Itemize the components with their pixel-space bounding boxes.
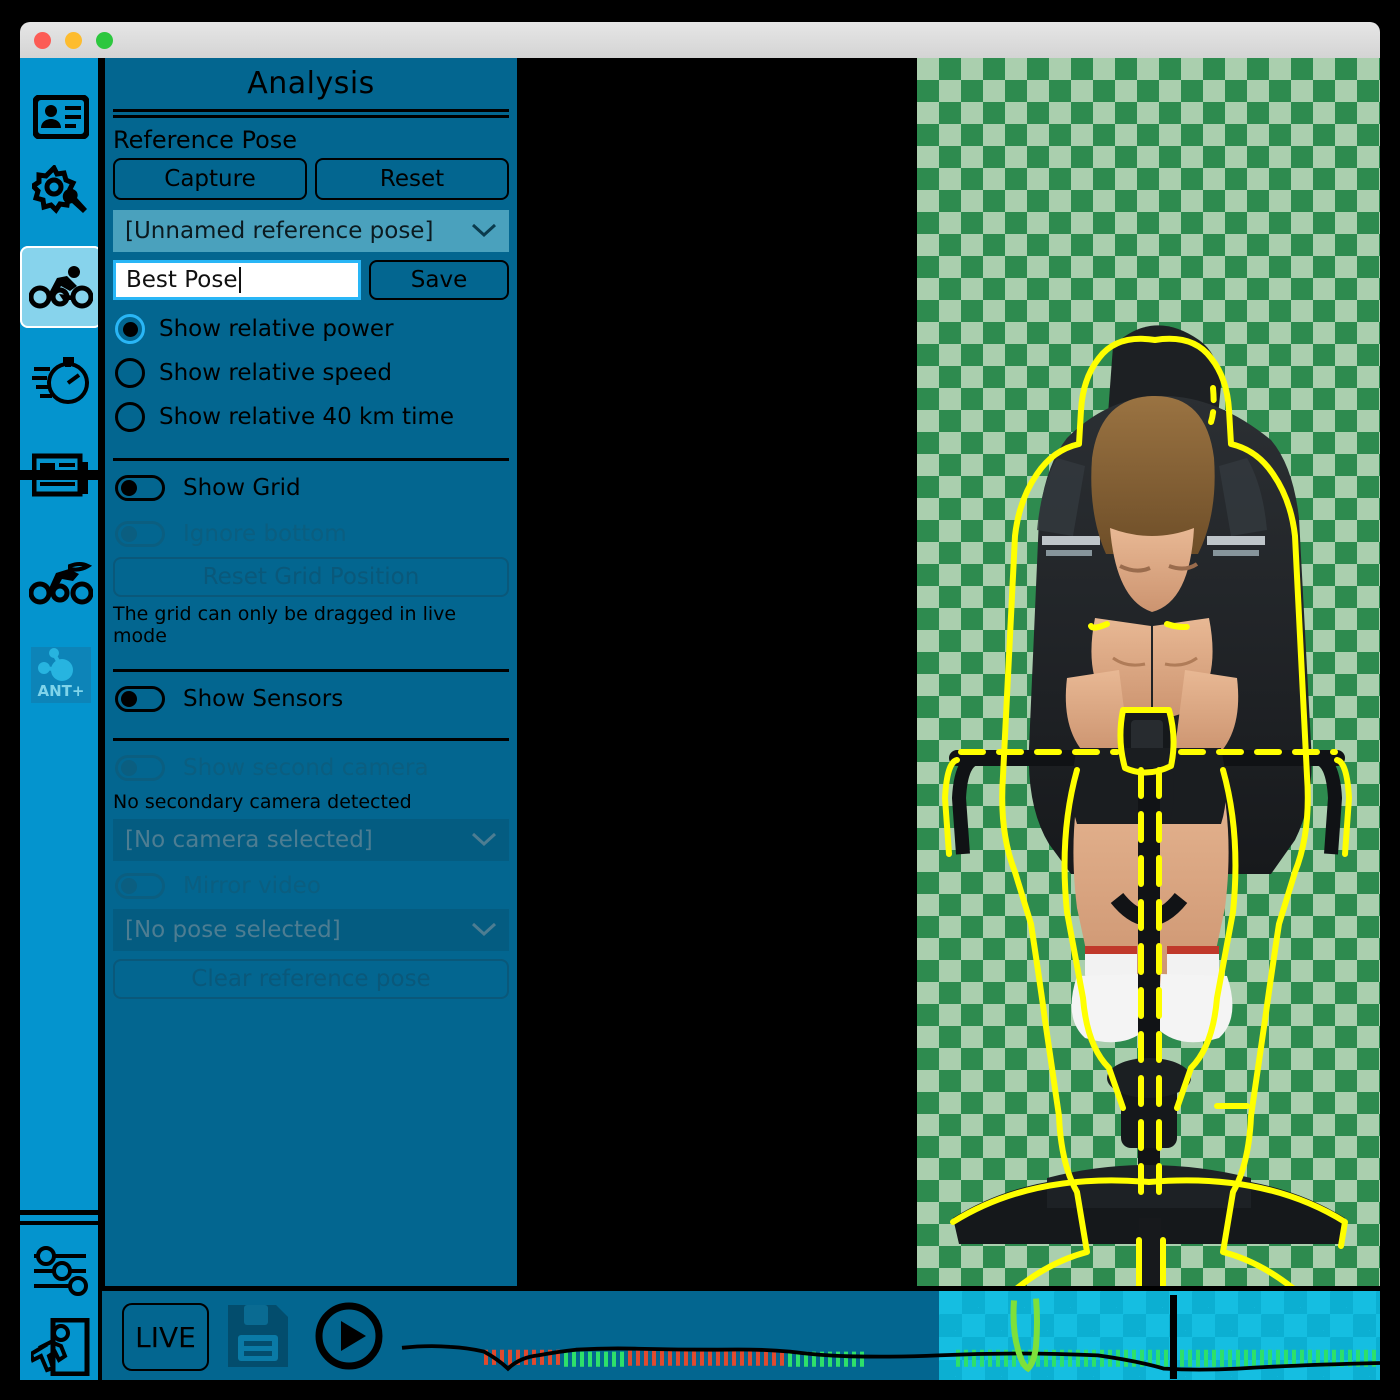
profile-card-icon	[33, 95, 89, 139]
timeline-waveform	[398, 1291, 1380, 1380]
timeline-playhead[interactable]	[1170, 1295, 1177, 1379]
toggle-show-second-camera: Show second camera	[115, 755, 509, 781]
save-recording-button[interactable]	[224, 1301, 292, 1371]
sidebar-item-settings[interactable]	[20, 152, 102, 234]
sidebar-item-antplus[interactable]: ANT+	[20, 634, 102, 716]
chevron-down-icon	[471, 917, 497, 943]
analysis-panel: Analysis Reference Pose Capture Reset [U…	[102, 58, 517, 1286]
settings-gear-wrench-icon	[32, 165, 90, 221]
show-grid-toggle-switch	[115, 475, 165, 501]
radio-option-power[interactable]: Show relative power	[115, 314, 509, 344]
sidebar-item-preferences[interactable]	[20, 1230, 102, 1312]
playback-toolbar: LIVE	[102, 1286, 1380, 1380]
ignore-bottom-toggle-switch	[115, 521, 165, 547]
chevron-down-icon	[471, 827, 497, 853]
camera-select: [No camera selected]	[113, 819, 509, 861]
sidebar-item-profile[interactable]	[20, 76, 102, 158]
exit-door-icon	[31, 1318, 91, 1376]
reference-pose-section-label: Reference Pose	[111, 124, 511, 158]
show-sensors-label: Show Sensors	[183, 686, 343, 712]
grid-hint-text: The grid can only be dragged in live mod…	[113, 603, 509, 647]
sidebar-item-exit[interactable]	[20, 1306, 102, 1380]
radio-power-label: Show relative power	[159, 316, 394, 342]
divider-sensors	[113, 669, 509, 672]
close-button[interactable]	[34, 32, 51, 49]
sidebar-divider-3	[20, 1210, 102, 1215]
radio-power-indicator	[115, 314, 145, 344]
second-pose-select: [No pose selected]	[113, 909, 509, 951]
svg-text:ANT+: ANT+	[38, 682, 85, 700]
chevron-down-icon	[471, 218, 497, 244]
sidebar-divider-2	[20, 475, 102, 480]
window-titlebar	[20, 22, 1380, 58]
show-second-camera-toggle-switch	[115, 755, 165, 781]
video-preview[interactable]	[917, 58, 1380, 1286]
pose-name-row: Best Pose Save	[113, 260, 509, 300]
floppy-disk-icon	[224, 1356, 292, 1375]
show-grid-label: Show Grid	[183, 475, 301, 501]
secondary-camera-status: No secondary camera detected	[113, 791, 509, 813]
radio-speed-label: Show relative speed	[159, 360, 392, 386]
radio-40km-indicator	[115, 402, 145, 432]
reference-pose-buttons: Capture Reset	[111, 158, 511, 200]
cyclist-figure	[917, 58, 1380, 1286]
camera-select-value: [No camera selected]	[125, 827, 373, 853]
title-divider	[113, 109, 509, 118]
reset-grid-position-button: Reset Grid Position	[113, 557, 509, 597]
sidebar-item-timing[interactable]	[20, 340, 102, 422]
sidebar-item-analysis[interactable]	[20, 246, 102, 328]
reference-pose-select[interactable]: [Unnamed reference pose]	[113, 210, 509, 252]
mirror-video-toggle-switch	[115, 873, 165, 899]
reset-button[interactable]: Reset	[315, 158, 509, 200]
mirror-video-label: Mirror video	[183, 873, 321, 899]
pose-name-input[interactable]: Best Pose	[113, 260, 361, 300]
timeline-bars	[486, 1350, 1374, 1367]
divider-camera	[113, 738, 509, 741]
save-button[interactable]: Save	[369, 260, 509, 300]
sidebar-rail: ANT+	[20, 58, 102, 1380]
window-controls[interactable]	[34, 32, 113, 49]
minimize-button[interactable]	[65, 32, 82, 49]
aero-cyclist-icon	[29, 560, 93, 606]
ignore-bottom-label: Ignore bottom	[183, 521, 347, 547]
pose-name-input-value: Best Pose	[126, 267, 238, 293]
show-second-camera-label: Show second camera	[183, 755, 429, 781]
play-circle-icon	[314, 1356, 384, 1375]
reference-pose-select-value: [Unnamed reference pose]	[125, 218, 433, 244]
timeline-scrubber[interactable]	[398, 1291, 1380, 1380]
clear-reference-pose-button: Clear reference pose	[113, 959, 509, 999]
timeline-marker-trace	[1014, 1299, 1038, 1369]
capture-button[interactable]: Capture	[113, 158, 307, 200]
page-title: Analysis	[111, 58, 511, 107]
app-root: ANT+	[0, 0, 1400, 1400]
ant-plus-icon: ANT+	[30, 646, 92, 704]
zoom-button[interactable]	[96, 32, 113, 49]
live-button[interactable]: LIVE	[122, 1303, 209, 1371]
radio-option-40km[interactable]: Show relative 40 km time	[115, 402, 509, 432]
divider-grid	[113, 458, 509, 461]
center-blank-area	[517, 58, 917, 1286]
sidebar-item-aero[interactable]	[20, 542, 102, 624]
show-sensors-toggle-switch	[115, 686, 165, 712]
sliders-settings-icon	[30, 1243, 92, 1299]
sidebar-divider-4	[20, 1221, 102, 1225]
text-caret	[239, 267, 241, 293]
radio-speed-indicator	[115, 358, 145, 388]
toggle-mirror-video: Mirror video	[115, 873, 509, 899]
toggle-ignore-bottom: Ignore bottom	[115, 521, 509, 547]
play-button[interactable]	[314, 1301, 384, 1371]
toggle-show-sensors[interactable]: Show Sensors	[115, 686, 509, 712]
radio-40km-label: Show relative 40 km time	[159, 404, 454, 430]
stopwatch-speed-icon	[30, 355, 92, 407]
second-pose-select-value: [No pose selected]	[125, 917, 341, 943]
cyclist-analysis-icon	[29, 264, 93, 310]
radio-option-speed[interactable]: Show relative speed	[115, 358, 509, 388]
toggle-show-grid[interactable]: Show Grid	[115, 475, 509, 501]
window-body: ANT+	[20, 58, 1380, 1380]
